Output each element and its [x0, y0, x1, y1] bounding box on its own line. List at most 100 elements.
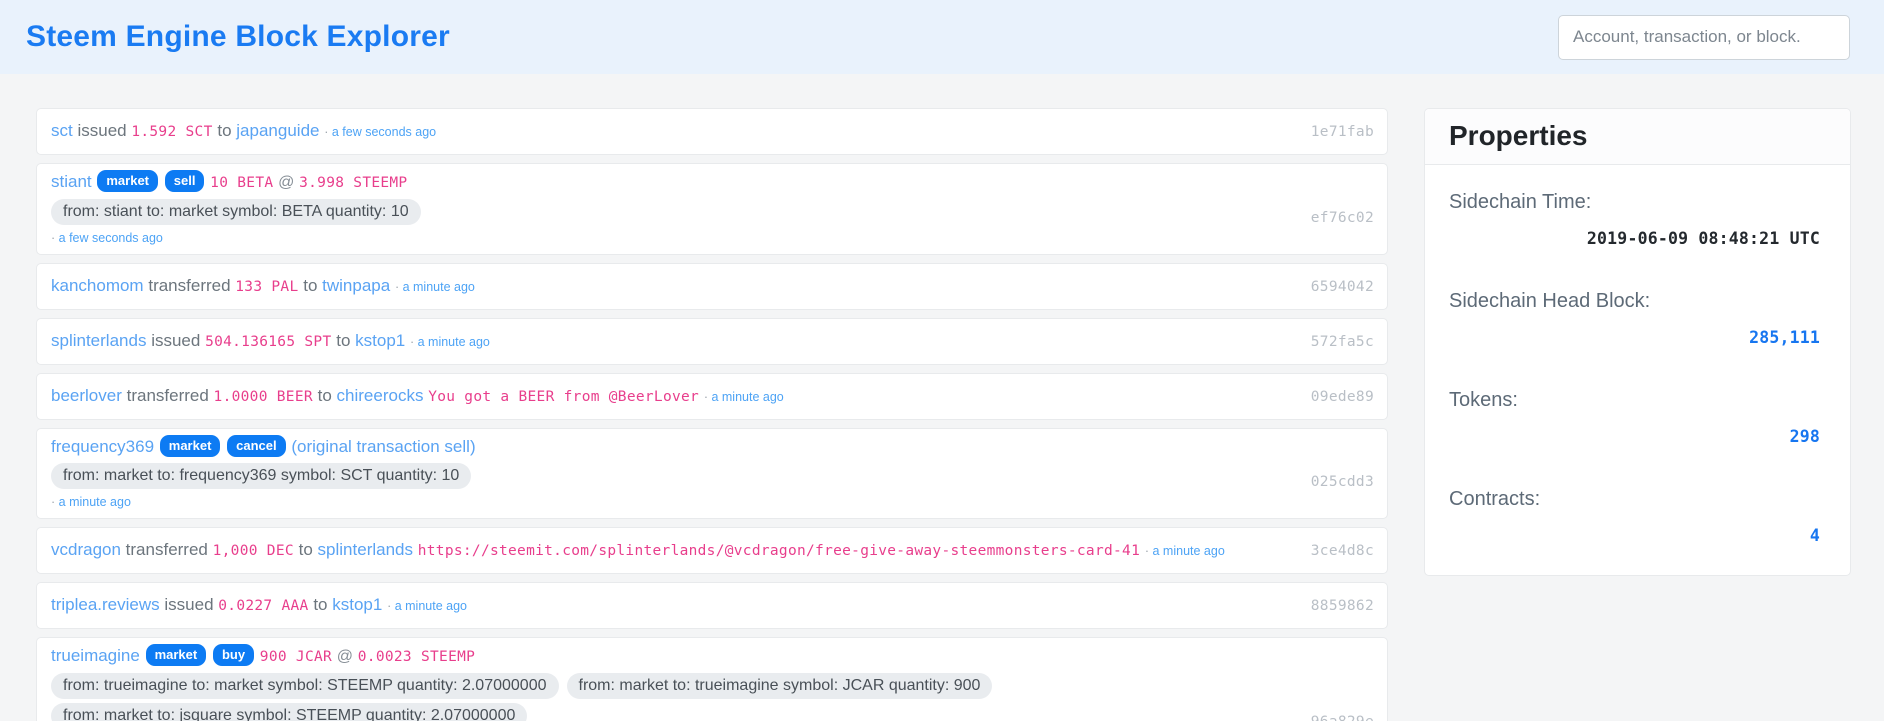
market-badge: market — [97, 170, 159, 192]
amount-code: 3.998 STEEMP — [299, 175, 408, 191]
market-badge: market — [159, 435, 221, 457]
sidechain-time-value: 2019-06-09 08:48:21 UTC — [1586, 229, 1820, 248]
tokens-count-link[interactable]: 298 — [1449, 427, 1820, 446]
transaction-summary: vcdragon transferred 1,000 DEC to splint… — [51, 537, 1277, 564]
timestamp-link[interactable]: a minute ago — [1153, 544, 1225, 558]
account-link[interactable]: triplea.reviews — [51, 595, 160, 614]
transaction-id: 572fa5c — [1310, 333, 1374, 350]
action-text: to — [313, 595, 328, 614]
transaction-card: kanchomom transferred 133 PAL to twinpap… — [36, 263, 1388, 310]
transaction-id: 025cdd3 — [1310, 474, 1374, 490]
separator-dot: · — [387, 599, 395, 613]
transaction-id: 3ce4d8c — [1310, 542, 1374, 559]
transaction-card: beerlover transferred 1.0000 BEER to chi… — [36, 373, 1388, 420]
property-tokens: Tokens: 298 — [1449, 389, 1820, 446]
action-text: issued — [77, 121, 127, 140]
timestamp-link[interactable]: a minute ago — [59, 495, 131, 509]
account-link[interactable]: splinterlands — [318, 540, 413, 559]
transaction-id: 6594042 — [1310, 278, 1374, 295]
transaction-card: trueimagine market buy 900 JCAR @ 0.0023… — [36, 637, 1388, 721]
account-link[interactable]: kstop1 — [332, 595, 382, 614]
original-transaction-link[interactable]: (original transaction sell) — [291, 437, 475, 456]
search-input[interactable] — [1558, 14, 1850, 60]
property-contracts: Contracts: 4 — [1449, 488, 1820, 545]
properties-body: Sidechain Time: 2019-06-09 08:48:21 UTC … — [1425, 165, 1850, 575]
timestamp-link[interactable]: a minute ago — [403, 280, 475, 294]
transaction-summary: beerlover transferred 1.0000 BEER to chi… — [51, 383, 1277, 410]
action-text: to — [303, 276, 318, 295]
transfer-details-row: from: market to: jsquare symbol: STEEMP … — [51, 703, 1277, 721]
at-symbol: @ — [336, 648, 354, 665]
property-label: Contracts: — [1449, 488, 1541, 510]
account-link[interactable]: stiant — [51, 172, 92, 191]
timestamp-link[interactable]: a minute ago — [711, 390, 783, 404]
timestamp-link[interactable]: a minute ago — [395, 599, 467, 613]
account-link[interactable]: twinpapa — [322, 276, 390, 295]
account-link[interactable]: sct — [51, 121, 73, 140]
account-link[interactable]: frequency369 — [51, 437, 154, 456]
header: Steem Engine Block Explorer — [0, 0, 1884, 74]
amount-code: 133 PAL — [235, 279, 299, 295]
transfer-details-row: from: stiant to: market symbol: BETA qua… — [51, 199, 1277, 225]
amount-code: 10 BETA — [210, 175, 274, 191]
cancel-badge: cancel — [227, 435, 286, 457]
transfer-detail-pill: from: market to: trueimagine symbol: JCA… — [566, 673, 993, 699]
main-content: sct issued 1.592 SCT to japanguide · a f… — [0, 74, 1884, 721]
account-link[interactable]: vcdragon — [51, 540, 121, 559]
transfer-detail-pill: from: market to: frequency369 symbol: SC… — [51, 463, 472, 489]
property-sidechain-head-block: Sidechain Head Block: 285,111 — [1449, 290, 1820, 347]
account-link[interactable]: chireerocks — [337, 386, 424, 405]
action-text: to — [298, 540, 313, 559]
property-label: Tokens: — [1449, 389, 1518, 411]
timestamp-link[interactable]: a few seconds ago — [332, 125, 436, 139]
separator-dot: · — [394, 280, 403, 294]
transaction-id: 1e71fab — [1310, 123, 1374, 140]
transfer-details-row: from: trueimagine to: market symbol: STE… — [51, 673, 1277, 699]
transaction-summary: sct issued 1.592 SCT to japanguide · a f… — [51, 118, 1277, 145]
account-link[interactable]: trueimagine — [51, 646, 140, 665]
timestamp-link[interactable]: a minute ago — [418, 335, 490, 349]
amount-code: 1,000 DEC — [212, 543, 294, 559]
account-link[interactable]: splinterlands — [51, 331, 146, 350]
amount-code: https://steemit.com/splinterlands/@vcdra… — [417, 543, 1141, 559]
sidechain-head-block-link[interactable]: 285,111 — [1449, 328, 1820, 347]
account-link[interactable]: kanchomom — [51, 276, 144, 295]
timestamp-line: · a few seconds ago — [51, 230, 1277, 246]
separator-dot: · — [51, 231, 59, 245]
action-text: issued — [151, 331, 201, 350]
sell-badge: sell — [164, 170, 205, 192]
transaction-card: sct issued 1.592 SCT to japanguide · a f… — [36, 108, 1388, 155]
separator-dot: · — [324, 125, 332, 139]
separator-dot: · — [1144, 544, 1153, 558]
transaction-id: 09ede89 — [1310, 388, 1374, 405]
transaction-card: vcdragon transferred 1,000 DEC to splint… — [36, 527, 1388, 574]
timestamp-line: · a minute ago — [51, 494, 1277, 510]
transfer-details-row: from: market to: frequency369 symbol: SC… — [51, 463, 1277, 489]
account-link[interactable]: beerlover — [51, 386, 122, 405]
account-link[interactable]: japanguide — [236, 121, 319, 140]
amount-code: 1.0000 BEER — [213, 389, 313, 405]
transaction-card: frequency369 market cancel (original tra… — [36, 428, 1388, 519]
property-label: Sidechain Time: — [1449, 191, 1592, 213]
transaction-feed: sct issued 1.592 SCT to japanguide · a f… — [36, 108, 1388, 721]
at-symbol: @ — [278, 174, 295, 191]
action-text: to — [336, 331, 351, 350]
transaction-summary: kanchomom transferred 133 PAL to twinpap… — [51, 273, 1277, 300]
transaction-summary: splinterlands issued 504.136165 SPT to k… — [51, 328, 1277, 355]
transfer-detail-pill: from: stiant to: market symbol: BETA qua… — [51, 199, 421, 225]
action-text: to — [317, 386, 332, 405]
timestamp-link[interactable]: a few seconds ago — [59, 231, 163, 245]
buy-badge: buy — [212, 644, 255, 666]
amount-code: 0.0023 STEEMP — [357, 649, 476, 665]
property-sidechain-time: Sidechain Time: 2019-06-09 08:48:21 UTC — [1449, 191, 1820, 248]
transaction-card: splinterlands issued 504.136165 SPT to k… — [36, 318, 1388, 365]
transfer-detail-pill: from: trueimagine to: market symbol: STE… — [51, 673, 559, 699]
properties-header: Properties — [1425, 109, 1850, 165]
amount-code: 900 JCAR — [259, 649, 333, 665]
contracts-count-link[interactable]: 4 — [1449, 526, 1820, 545]
amount-code: 0.0227 AAA — [218, 598, 309, 614]
account-link[interactable]: kstop1 — [355, 331, 405, 350]
properties-title: Properties — [1449, 120, 1588, 151]
transaction-card: stiant market sell 10 BETA @ 3.998 STEEM… — [36, 163, 1388, 255]
transaction-summary: stiant market sell 10 BETA @ 3.998 STEEM… — [51, 170, 1277, 195]
